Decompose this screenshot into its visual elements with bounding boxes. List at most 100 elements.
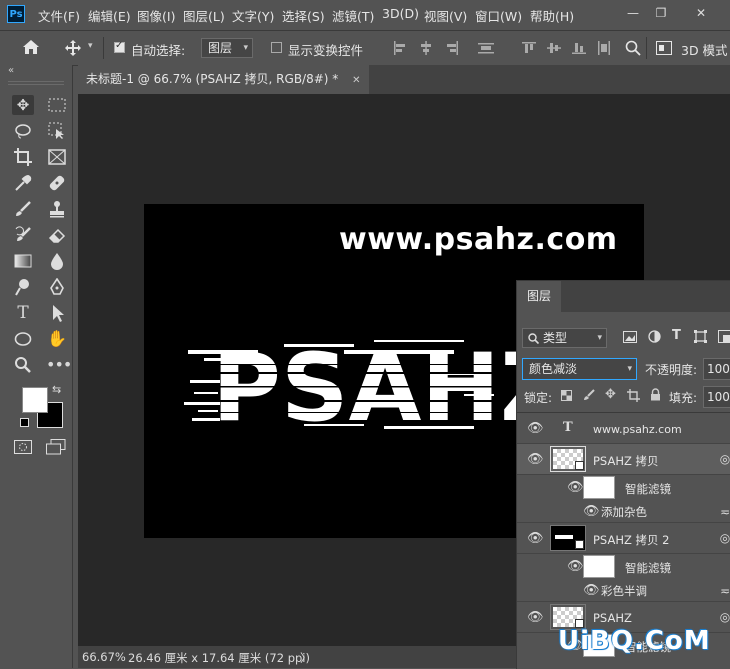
distribute-horizontal-icon[interactable] <box>597 41 611 55</box>
visibility-eye-icon[interactable]: 👁 <box>567 483 583 493</box>
visibility-eye-icon[interactable]: 👁 <box>527 455 543 465</box>
dodge-tool-icon[interactable] <box>12 277 34 297</box>
layers-tab[interactable]: 图层 <box>517 281 561 312</box>
filter-entry-row[interactable]: 👁 彩色半调 ≂ <box>517 580 730 602</box>
menu-window[interactable]: 窗口(W) <box>475 6 522 25</box>
healing-brush-tool-icon[interactable] <box>46 173 68 193</box>
menu-layer[interactable]: 图层(L) <box>183 6 225 25</box>
filter-effects-icon[interactable]: ◎ <box>719 453 730 465</box>
hand-tool-icon[interactable]: ✋ <box>46 329 68 349</box>
history-brush-tool-icon[interactable] <box>12 225 34 245</box>
document-tab[interactable]: 未标题-1 @ 66.7% (PSAHZ 拷贝, RGB/8#) * ✕ <box>78 65 369 94</box>
path-selection-tool-icon[interactable] <box>46 303 68 323</box>
lock-position-icon[interactable]: ✥ <box>605 387 616 402</box>
layer-row-psahz-copy-2[interactable]: 👁 PSAHZ 拷贝 2 ◎ <box>517 523 730 554</box>
filter-options-icon[interactable]: ≂ <box>719 506 730 518</box>
menu-view[interactable]: 视图(V) <box>424 6 467 25</box>
restore-button[interactable]: ❐ <box>650 4 672 22</box>
filter-effects-icon[interactable]: ◎ <box>719 532 730 544</box>
filter-adjustment-icon[interactable] <box>648 330 661 343</box>
menu-select[interactable]: 选择(S) <box>282 6 325 25</box>
smart-filters-row[interactable]: 👁 智能滤镜 <box>517 475 730 501</box>
visibility-eye-icon[interactable]: 👁 <box>583 507 599 517</box>
workspace-icon[interactable] <box>656 41 672 55</box>
pen-tool-icon[interactable] <box>46 277 68 297</box>
more-tools-icon[interactable]: ••• <box>46 355 68 375</box>
default-colors-icon[interactable] <box>20 418 29 427</box>
filter-options-icon[interactable]: ≂ <box>719 585 730 597</box>
move-tool-icon[interactable]: ✥ <box>12 95 34 115</box>
filter-shape-icon[interactable] <box>694 330 707 343</box>
align-left-icon[interactable] <box>393 41 407 55</box>
menu-help[interactable]: 帮助(H) <box>530 6 574 25</box>
visibility-eye-icon[interactable]: 👁 <box>527 424 543 434</box>
lock-brush-icon[interactable] <box>583 389 595 401</box>
frame-tool-icon[interactable] <box>46 147 68 167</box>
lock-all-icon[interactable] <box>650 388 661 401</box>
filter-mask-thumbnail[interactable] <box>583 476 615 499</box>
gradient-tool-icon[interactable] <box>12 251 34 271</box>
filter-type-icon[interactable]: T <box>672 328 681 343</box>
align-right-icon[interactable] <box>445 41 459 55</box>
visibility-eye-icon[interactable]: 👁 <box>527 613 543 623</box>
swap-colors-icon[interactable]: ⇆ <box>52 383 61 396</box>
auto-select-target-dropdown[interactable]: 图层 ▾ <box>201 38 253 58</box>
fill-input[interactable]: 100% <box>703 386 730 408</box>
eraser-tool-icon[interactable] <box>46 225 68 245</box>
status-menu-arrow-icon[interactable]: 〉 <box>300 650 312 666</box>
menu-image[interactable]: 图像(I) <box>137 6 175 25</box>
foreground-color-swatch[interactable] <box>22 387 48 413</box>
screen-mode-icon[interactable] <box>46 439 66 455</box>
menu-3d[interactable]: 3D(D) <box>382 6 419 21</box>
align-top-icon[interactable] <box>522 41 536 55</box>
align-center-icon[interactable] <box>419 41 433 55</box>
clone-stamp-tool-icon[interactable] <box>46 199 68 219</box>
align-middle-icon[interactable] <box>547 41 561 55</box>
search-icon[interactable] <box>625 40 641 56</box>
move-tool-icon[interactable] <box>64 39 82 57</box>
menu-type[interactable]: 文字(Y) <box>232 6 274 25</box>
ellipse-tool-icon[interactable] <box>12 329 34 349</box>
eyedropper-tool-icon[interactable] <box>12 173 34 193</box>
visibility-eye-icon[interactable]: 👁 <box>527 534 543 544</box>
minimize-button[interactable]: — <box>622 4 644 22</box>
chevron-down-icon[interactable]: ▾ <box>88 41 93 51</box>
filter-smart-object-icon[interactable] <box>718 330 730 343</box>
show-transform-checkbox[interactable] <box>271 42 282 53</box>
collapse-icon[interactable]: « <box>8 65 14 76</box>
layer-row-psahz-copy[interactable]: 👁 PSAHZ 拷贝 ◎ <box>517 444 730 475</box>
quick-mask-icon[interactable] <box>14 440 32 454</box>
visibility-eye-icon[interactable]: 👁 <box>567 562 583 572</box>
align-bottom-icon[interactable] <box>572 41 586 55</box>
document-dimensions: 26.46 厘米 x 17.64 厘米 (72 ppi) <box>128 650 310 666</box>
marquee-tool-icon[interactable] <box>46 95 68 115</box>
lock-artboard-icon[interactable] <box>627 389 640 402</box>
menu-file[interactable]: 文件(F) <box>38 6 80 25</box>
close-window-button[interactable]: ✕ <box>690 4 712 22</box>
auto-select-checkbox[interactable] <box>114 42 125 53</box>
filter-effects-icon[interactable]: ◎ <box>719 611 730 623</box>
filter-pixel-icon[interactable] <box>623 331 637 343</box>
home-icon[interactable] <box>22 39 40 55</box>
smart-filters-row[interactable]: 👁 智能滤镜 <box>517 554 730 580</box>
visibility-eye-icon[interactable]: 👁 <box>583 586 599 596</box>
distribute-icon[interactable] <box>478 41 494 55</box>
object-select-tool-icon[interactable] <box>46 121 68 141</box>
menu-edit[interactable]: 编辑(E) <box>88 6 131 25</box>
crop-tool-icon[interactable] <box>12 147 34 167</box>
lasso-tool-icon[interactable] <box>12 121 34 141</box>
zoom-level[interactable]: 66.67% <box>82 650 126 664</box>
menu-filter[interactable]: 滤镜(T) <box>332 6 374 25</box>
blend-mode-dropdown[interactable]: 颜色减淡 ▾ <box>522 358 637 380</box>
layer-filter-dropdown[interactable]: 类型 ▾ <box>522 328 607 348</box>
lock-transparent-icon[interactable] <box>561 390 572 401</box>
zoom-tool-icon[interactable] <box>12 355 34 375</box>
opacity-input[interactable]: 100% <box>703 358 730 380</box>
close-tab-icon[interactable]: ✕ <box>352 75 360 86</box>
brush-tool-icon[interactable] <box>12 199 34 219</box>
filter-mask-thumbnail[interactable] <box>583 555 615 578</box>
layer-row-text[interactable]: 👁 T www.psahz.com <box>517 413 730 444</box>
blur-tool-icon[interactable] <box>46 251 68 271</box>
type-tool-icon[interactable]: T <box>12 303 34 323</box>
filter-entry-row[interactable]: 👁 添加杂色 ≂ <box>517 501 730 523</box>
